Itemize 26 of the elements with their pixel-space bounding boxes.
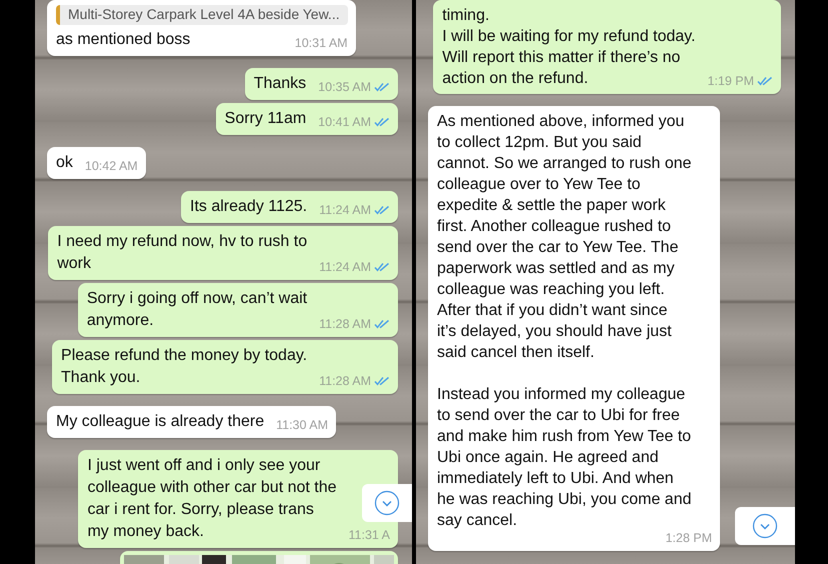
message-text: Its already 1125.	[190, 197, 308, 217]
message-time: 11:30 AM	[276, 418, 328, 432]
message-text: timing. I will be waiting for my refund today. Will report this matter if there’s no action on the refund.	[442, 6, 696, 89]
message-time: 11:24 AM	[319, 203, 371, 217]
message-text: As mentioned above, informed you to collect 12pm. But you said cannot. So we arranged to rush one colleague over to Yew Tee to expedite & settle the paper work first. Another colleague rushed to send over the car to Yew Tee. The paperwork was settled and as my colleague was reaching you left. After that if you didn’t want since it’s delayed, you should have just said cancel then itself.	[437, 112, 692, 363]
message-text: Please refund the money by today. Thank you.	[61, 346, 308, 388]
message-text: I just went off and i only see your colleague with other car but not the car i rent for. Sorry, please trans my money back.	[87, 456, 337, 542]
message-text: ok	[56, 153, 73, 173]
message-text: Thanks	[254, 74, 306, 94]
message-time: 11:28 AM	[319, 317, 371, 331]
quoted-message[interactable]: Multi-Storey Carpark Level 4A beside Yew...	[56, 5, 348, 25]
message-time: 11:31 A	[348, 528, 390, 542]
message-time: 10:41 AM	[318, 115, 371, 129]
message-text: My colleague is already there	[56, 412, 264, 432]
message-text: Sorry i going off now, can’t wait anymore.	[86, 289, 308, 331]
message-time: 10:35 AM	[318, 80, 371, 94]
message-time: 10:31 AM	[294, 36, 348, 50]
message-time: 10:42 AM	[84, 159, 138, 173]
message-text: I need my refund now, hv to rush to work	[57, 232, 308, 274]
message-time: 1:19 PM	[707, 74, 754, 88]
message-text: as mentioned boss	[56, 30, 192, 50]
message-time: 1:28 PM	[665, 531, 712, 545]
message-time: 11:28 AM	[319, 374, 371, 388]
message-time: 11:24 AM	[319, 260, 371, 274]
message-text: Sorry 11am	[224, 109, 306, 129]
message-text: Instead you informed my colleague to send over the car to Ubi for free and make him rush from Yew Tee to Ubi once again. He agreed and immediately left to Ubi. And when he was reaching Ubi, you come and say cancel.	[437, 385, 692, 531]
